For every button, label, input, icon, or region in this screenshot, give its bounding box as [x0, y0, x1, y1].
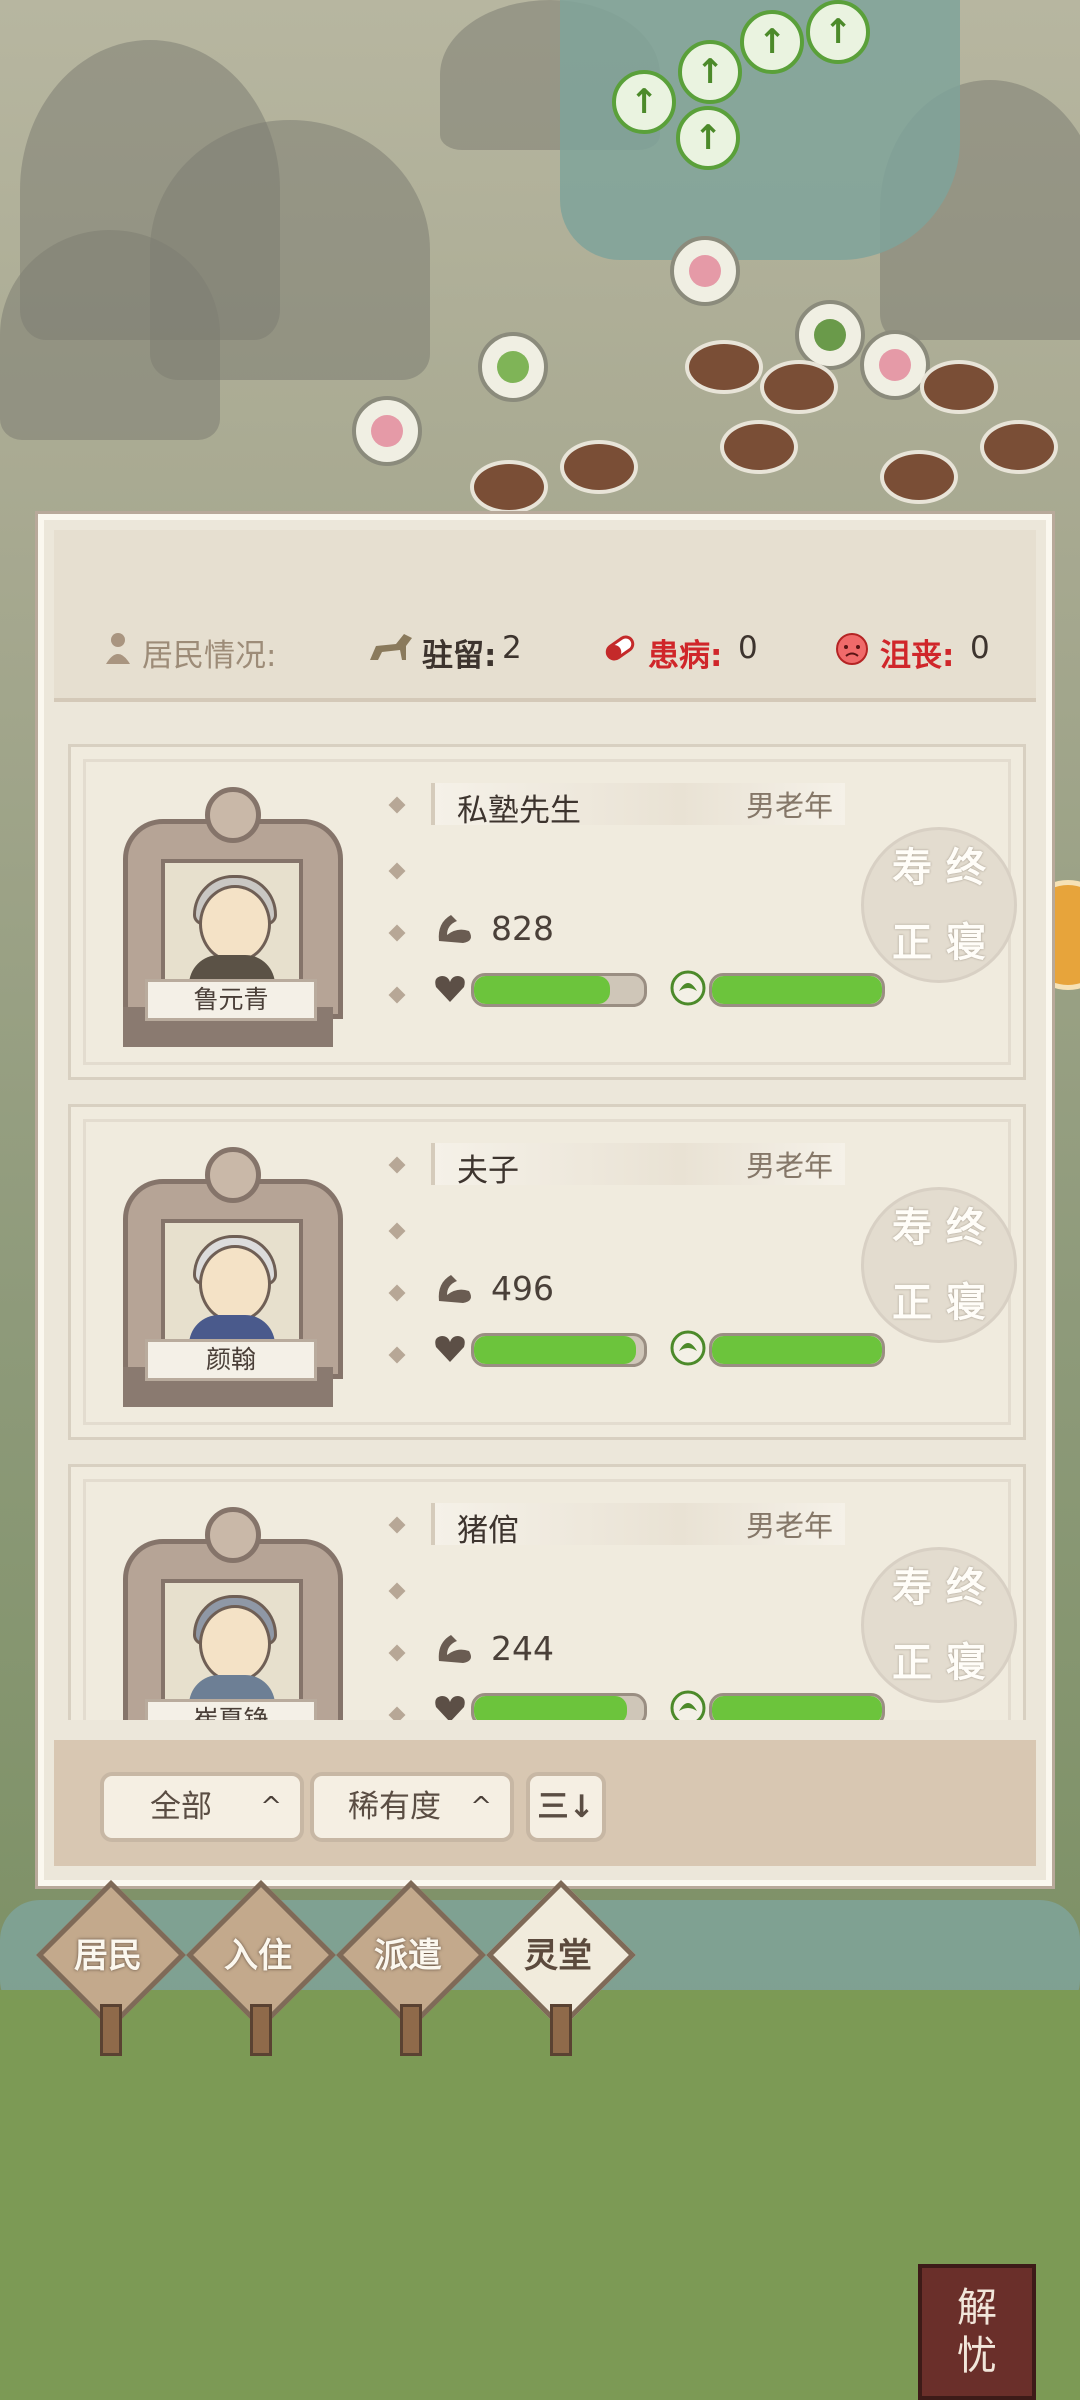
- resident-title-bar: 夫子 男老年: [431, 1143, 845, 1189]
- sick-count: 0: [738, 630, 758, 666]
- sick-label: 患病:: [648, 638, 723, 674]
- resident-name: 颜翰: [145, 1339, 317, 1381]
- tree-stump-icon: [880, 450, 958, 504]
- growth-icon[interactable]: ↑: [676, 106, 740, 170]
- spirit-bar-fill: [712, 976, 882, 1004]
- resident-card[interactable]: 颜翰 夫子 男老年 496 寿终 正 寝: [68, 1104, 1026, 1440]
- tree-stump-icon: [720, 420, 798, 474]
- tab-dispatch[interactable]: 派遣: [336, 1880, 486, 2056]
- tree-stump-icon: [980, 420, 1058, 474]
- sort-rarity-dropdown[interactable]: 稀有度 ^: [310, 1772, 514, 1842]
- resident-list[interactable]: 鲁元青 私塾先生 男老年 828 寿终 正 寝 颜翰 夫子 男老年 496 寿 …: [54, 710, 1036, 1720]
- muscle-icon: [438, 1275, 471, 1303]
- resident-strength-value: 496: [491, 1269, 554, 1308]
- chevron-up-icon: ^: [470, 1792, 492, 1822]
- resident-portrait-frame: 颜翰: [123, 1139, 343, 1409]
- natural-death-stamp: 寿终 正寝: [861, 1547, 1017, 1703]
- growth-icon[interactable]: ↑: [806, 0, 870, 64]
- tree-stump-icon: [560, 440, 638, 494]
- resident-name: 崔夏铮: [145, 1699, 317, 1720]
- resident-gender-age: 男老年: [745, 789, 833, 823]
- spirit-bar-fill: [712, 1336, 882, 1364]
- resident-occupation: 猪倌: [457, 1513, 519, 1549]
- resident-portrait-frame: 崔夏铮: [123, 1499, 343, 1720]
- growth-icon[interactable]: ↑: [612, 70, 676, 134]
- health-bar-fill: [474, 976, 610, 1004]
- natural-death-stamp: 寿终 正寝: [861, 1187, 1017, 1343]
- resident-title-bar: 私塾先生 男老年: [431, 783, 845, 829]
- resident-name: 鲁元青: [145, 979, 317, 1021]
- lotus-resource-icon[interactable]: [352, 396, 422, 466]
- heart-icon: [435, 1336, 465, 1362]
- health-bar: [471, 1333, 647, 1367]
- pill-icon: [605, 635, 635, 661]
- health-bar: [471, 1693, 647, 1720]
- list-filter-bar: 全部 ^ 稀有度 ^ 三↓: [54, 1740, 1036, 1866]
- sort-order-button[interactable]: 三↓: [526, 1772, 606, 1842]
- muscle-icon: [438, 915, 471, 943]
- resident-panel: 居民情况: 驻留: 2 患病: 0 沮丧: 0 鲁元青 私塾先生 男老年 828…: [38, 514, 1052, 1886]
- spirit-bar: [709, 1333, 885, 1367]
- resident-occupation: 夫子: [457, 1153, 519, 1189]
- resident-title-bar: 猪倌 男老年: [431, 1503, 845, 1549]
- spirit-icon: [670, 970, 706, 1006]
- tab-memorial-hall[interactable]: 灵堂: [486, 1880, 636, 2056]
- lotus-resource-icon[interactable]: [670, 236, 740, 306]
- growth-icon[interactable]: ↑: [740, 10, 804, 74]
- tree-stump-icon: [685, 340, 763, 394]
- health-bar-fill: [474, 1696, 627, 1720]
- tab-move-in[interactable]: 入住: [186, 1880, 336, 2056]
- natural-death-stamp: 寿终 正寝: [861, 827, 1017, 983]
- resident-status-header: 居民情况: 驻留: 2 患病: 0 沮丧: 0: [54, 530, 1036, 702]
- resident-card[interactable]: 崔夏铮 猪倌 男老年 244 寿终 正 寝: [68, 1464, 1026, 1720]
- resident-occupation: 私塾先生: [457, 793, 581, 829]
- resident-gender-age: 男老年: [745, 1509, 833, 1543]
- growth-icon[interactable]: ↑: [678, 40, 742, 104]
- spirit-bar: [709, 973, 885, 1007]
- spirit-icon: [670, 1690, 706, 1720]
- spirit-icon: [670, 1330, 706, 1366]
- filter-all-dropdown[interactable]: 全部 ^: [100, 1772, 304, 1842]
- leaf-resource-icon[interactable]: [478, 332, 548, 402]
- tree-stump-icon: [470, 460, 548, 514]
- relieve-worry-seal-button[interactable]: 解 忧: [918, 2264, 1036, 2400]
- heart-icon: [435, 1696, 465, 1720]
- heart-icon: [435, 976, 465, 1002]
- spirit-bar: [709, 1693, 885, 1720]
- muscle-icon: [438, 1635, 471, 1663]
- stay-count: 2: [502, 630, 522, 666]
- resident-card[interactable]: 鲁元青 私塾先生 男老年 828 寿终 正 寝: [68, 744, 1026, 1080]
- sad-face-icon: [836, 633, 868, 665]
- health-bar-fill: [474, 1336, 636, 1364]
- resident-gender-age: 男老年: [745, 1149, 833, 1183]
- sort-descending-icon: 三↓: [537, 1789, 595, 1825]
- chevron-up-icon: ^: [260, 1792, 282, 1822]
- tree-stump-icon: [760, 360, 838, 414]
- tab-residents[interactable]: 居民: [36, 1880, 186, 2056]
- sad-count: 0: [970, 630, 990, 666]
- resident-status-label: 居民情况:: [142, 638, 277, 674]
- health-bar: [471, 973, 647, 1007]
- tree-stump-icon: [920, 360, 998, 414]
- stay-label: 驻留:: [422, 638, 497, 674]
- resident-icon: [106, 633, 130, 664]
- resident-strength-value: 244: [491, 1629, 554, 1668]
- sad-label: 沮丧:: [880, 638, 955, 674]
- resident-portrait-frame: 鲁元青: [123, 779, 343, 1049]
- spirit-bar-fill: [712, 1696, 882, 1720]
- resident-strength-value: 828: [491, 909, 554, 948]
- horse-icon: [370, 634, 412, 660]
